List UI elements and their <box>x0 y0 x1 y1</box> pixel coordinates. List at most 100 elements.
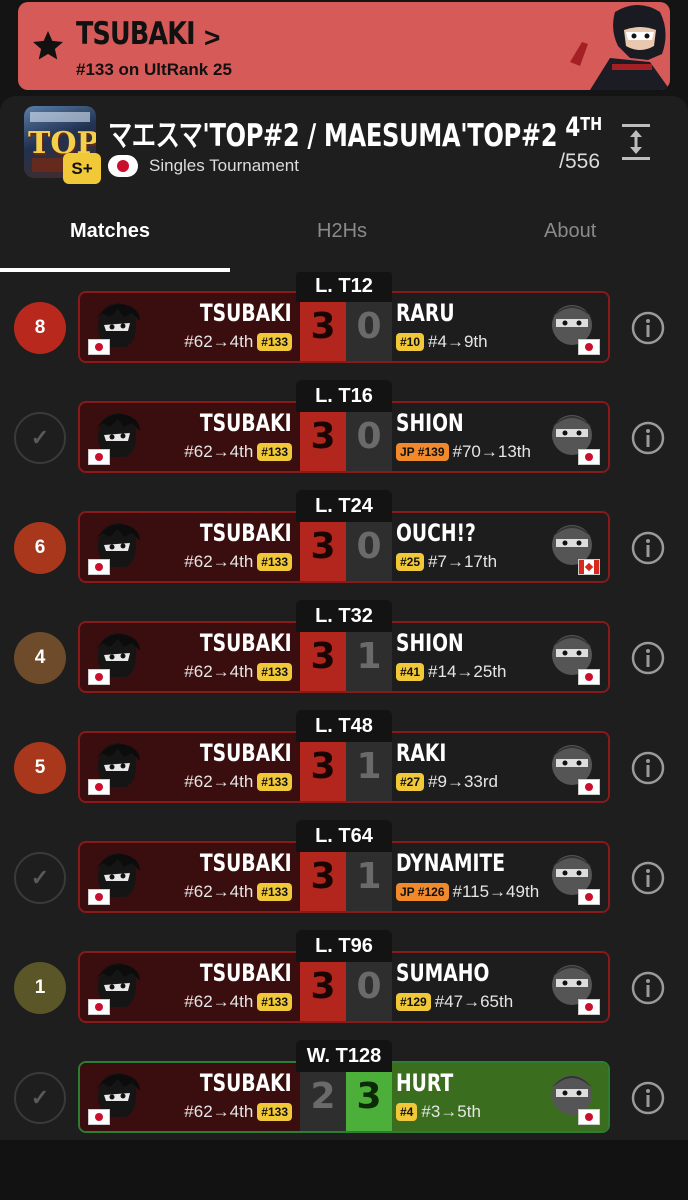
round-label: L. T32 <box>296 600 392 632</box>
player1-name[interactable]: TSUBAKI <box>200 629 292 657</box>
player1-name[interactable]: TSUBAKI <box>200 299 292 327</box>
info-icon[interactable] <box>630 1080 666 1116</box>
upset-factor-badge: 1 <box>14 962 66 1014</box>
japan-flag-icon <box>578 669 600 685</box>
player1-seed: #62→4th <box>184 442 254 461</box>
player1-rank-chip: #133 <box>257 333 292 351</box>
match-row[interactable]: ✓ W. T128 TSUBAKI #62→4th #133 2 3 HURT #4 #3→5th <box>0 1040 688 1140</box>
player1-seed-row: #62→4th #133 <box>184 552 292 572</box>
player1-seed: #62→4th <box>184 882 254 901</box>
player2-seed-row: #4 #3→5th <box>396 1102 481 1122</box>
player2-name[interactable]: DYNAMITE <box>396 849 505 877</box>
player1-rank-chip: #133 <box>257 1103 292 1121</box>
player1-seed-row: #62→4th #133 <box>184 882 292 902</box>
tab-about[interactable]: About <box>544 220 596 243</box>
player1-score: 3 <box>300 953 346 1021</box>
player-banner[interactable]: TSUBAKI > #133 on UltRank 25 <box>18 2 670 90</box>
tab-h2hs[interactable]: H2Hs <box>317 220 367 243</box>
round-label: L. T16 <box>296 380 392 412</box>
player1-score: 2 <box>300 1063 346 1131</box>
player2-rank-chip: JP #126 <box>396 883 449 901</box>
player2-rank-chip: #4 <box>396 1103 418 1121</box>
player2-seed-row: #129 #47→65th <box>396 992 513 1012</box>
banner-player-name[interactable]: TSUBAKI <box>76 16 196 52</box>
match-row[interactable]: ✓ L. T16 TSUBAKI #62→4th #133 3 0 SHION JP #139 #… <box>0 380 688 500</box>
upset-factor-badge: 8 <box>14 302 66 354</box>
japan-flag-icon <box>88 339 110 355</box>
player2-seed: #115→49th <box>452 882 540 901</box>
player2-seed: #14→25th <box>428 662 507 681</box>
match-row[interactable]: 4 L. T32 TSUBAKI #62→4th #133 3 1 SHION #41 #14→2… <box>0 600 688 720</box>
bottom-bar <box>0 1140 688 1200</box>
japan-flag-icon <box>578 779 600 795</box>
player1-seed-row: #62→4th #133 <box>184 772 292 792</box>
player2-score: 1 <box>346 733 392 801</box>
tournament-type: Singles Tournament <box>149 156 299 175</box>
star-icon[interactable] <box>30 28 66 64</box>
player1-score: 3 <box>300 403 346 471</box>
placement-number: 4 <box>565 112 581 143</box>
player1-rank-chip: #133 <box>257 993 292 1011</box>
japan-flag-icon <box>88 889 110 905</box>
upset-factor-badge: 5 <box>14 742 66 794</box>
upset-factor-badge: 6 <box>14 522 66 574</box>
player2-name[interactable]: SUMAHO <box>396 959 489 987</box>
player1-name[interactable]: TSUBAKI <box>200 1069 292 1097</box>
info-icon[interactable] <box>630 750 666 786</box>
tier-badge: S+ <box>63 153 101 184</box>
player1-score: 3 <box>300 843 346 911</box>
player2-score: 3 <box>346 1063 392 1131</box>
player2-name[interactable]: RAKI <box>396 739 446 767</box>
player2-rank-chip: JP #139 <box>396 443 449 461</box>
player2-seed: #47→65th <box>434 992 514 1011</box>
player1-rank-chip: #133 <box>257 663 292 681</box>
player2-seed-row: #27 #9→33rd <box>396 772 498 792</box>
player2-name[interactable]: SHION <box>396 409 464 437</box>
player1-name[interactable]: TSUBAKI <box>200 519 292 547</box>
player1-seed: #62→4th <box>184 1102 254 1121</box>
japan-flag-icon <box>578 449 600 465</box>
match-row[interactable]: ✓ L. T64 TSUBAKI #62→4th #133 3 1 DYNAMITE JP #1… <box>0 820 688 940</box>
player1-name[interactable]: TSUBAKI <box>200 849 292 877</box>
tab-matches[interactable]: Matches <box>70 220 150 243</box>
round-label: L. T24 <box>296 490 392 522</box>
player2-seed: #3→5th <box>421 1102 481 1121</box>
player1-score: 3 <box>300 293 346 361</box>
player2-name[interactable]: HURT <box>396 1069 453 1097</box>
player1-seed-row: #62→4th #133 <box>184 992 292 1012</box>
player2-seed-row: #10 #4→9th <box>396 332 488 352</box>
match-row[interactable]: 8 L. T12 TSUBAKI #62→4th #133 3 0 RARU #10 #4→9th <box>0 272 688 390</box>
player1-rank-chip: #133 <box>257 553 292 571</box>
match-row[interactable]: 1 L. T96 TSUBAKI #62→4th #133 3 0 SUMAHO #129 #47… <box>0 930 688 1050</box>
info-icon[interactable] <box>630 970 666 1006</box>
player1-seed-row: #62→4th #133 <box>184 332 292 352</box>
player1-score: 3 <box>300 513 346 581</box>
player2-score: 0 <box>346 513 392 581</box>
info-icon[interactable] <box>630 530 666 566</box>
player1-score: 3 <box>300 623 346 691</box>
round-label: L. T64 <box>296 820 392 852</box>
japan-flag-icon <box>88 559 110 575</box>
player2-rank-chip: #129 <box>396 993 431 1011</box>
round-label: L. T96 <box>296 930 392 962</box>
player1-name[interactable]: TSUBAKI <box>200 409 292 437</box>
tab-bar: Matches H2Hs About <box>0 200 688 272</box>
info-icon[interactable] <box>630 640 666 676</box>
info-icon[interactable] <box>630 860 666 896</box>
info-icon[interactable] <box>630 420 666 456</box>
match-row[interactable]: 6 L. T24 TSUBAKI #62→4th #133 3 0 OUCH!? #25 #7→1… <box>0 490 688 610</box>
checkmark-icon: ✓ <box>14 1072 66 1124</box>
player1-name[interactable]: TSUBAKI <box>200 739 292 767</box>
player2-seed-row: #41 #14→25th <box>396 662 506 682</box>
chevron-right-icon[interactable]: > <box>204 22 220 54</box>
player1-seed: #62→4th <box>184 552 254 571</box>
player2-rank-chip: #27 <box>396 773 425 791</box>
player2-name[interactable]: OUCH!? <box>396 519 476 547</box>
player1-name[interactable]: TSUBAKI <box>200 959 292 987</box>
expand-collapse-icon[interactable] <box>618 120 654 164</box>
info-icon[interactable] <box>630 310 666 346</box>
player2-name[interactable]: RARU <box>396 299 455 327</box>
player2-name[interactable]: SHION <box>396 629 464 657</box>
match-row[interactable]: 5 L. T48 TSUBAKI #62→4th #133 3 1 RAKI #27 #9→33r… <box>0 710 688 830</box>
player1-rank-chip: #133 <box>257 773 292 791</box>
